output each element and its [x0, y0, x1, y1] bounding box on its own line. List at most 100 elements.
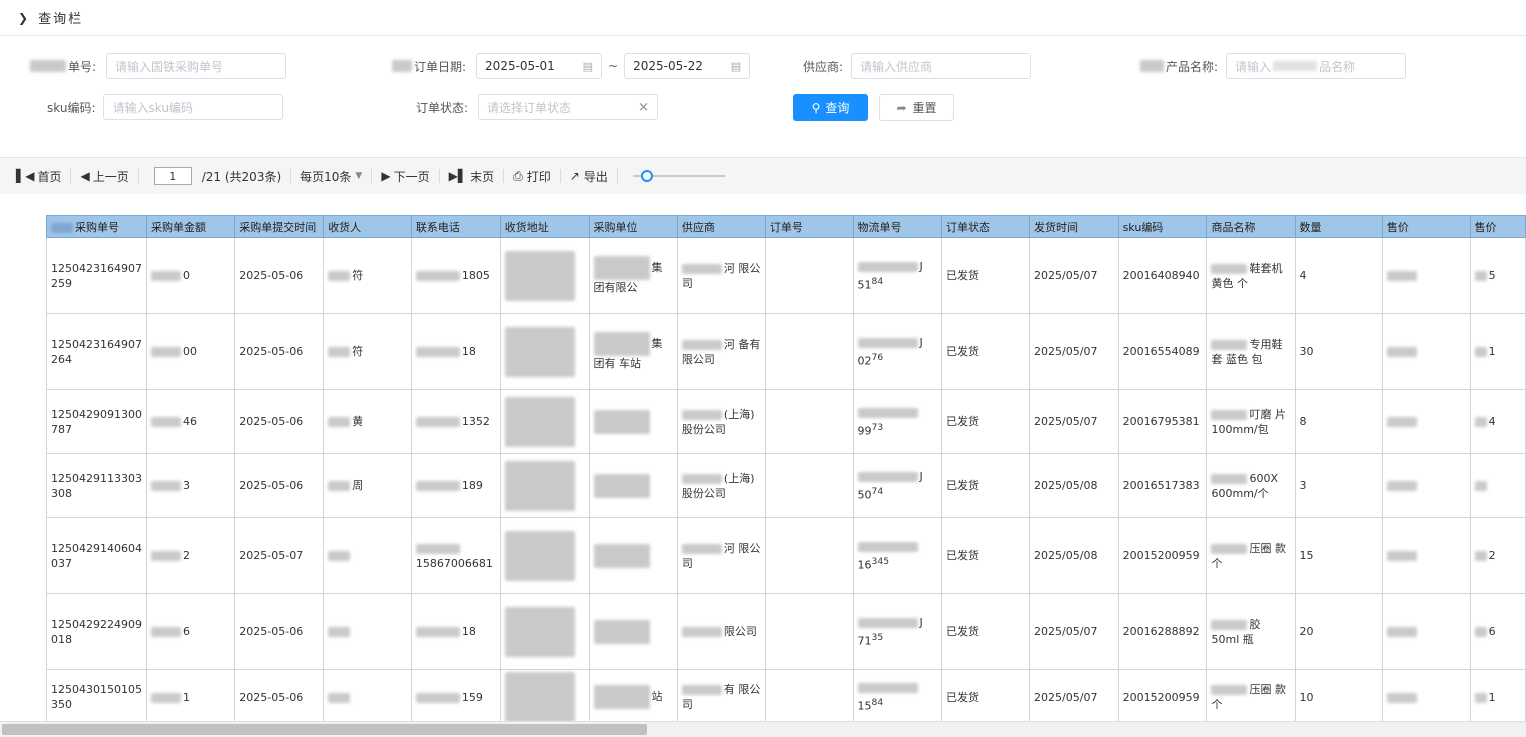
cell-text: 46	[182, 415, 197, 428]
divider	[438, 169, 440, 183]
table-cell-logistics: J 7135	[852, 593, 943, 670]
table-row[interactable]: 1250429140604 037 2 2025-05-07 15867006681 河…	[46, 517, 1526, 594]
table-row[interactable]: 1250429113303 308 3 2025-05-06 周 189 (上海) 股份公…	[46, 453, 1526, 518]
cell-text: 已发货	[946, 625, 980, 638]
export-button[interactable]: ↗ 导出	[570, 168, 608, 185]
column-header[interactable]: 数量	[1294, 215, 1383, 238]
cell-text: 73	[871, 421, 884, 433]
table-row[interactable]: 1250423164907 259 0 2025-05-06 符 1805 集团有限公河 …	[46, 237, 1526, 314]
table-row[interactable]: 1250423164907 264 00 2025-05-06 符 18 集团有 车站河 …	[46, 313, 1526, 390]
table-row[interactable]: 1250429091300 787 46 2025-05-06 黄 1352 (上海) 股…	[46, 389, 1526, 454]
redacted-text	[1211, 339, 1248, 350]
column-header[interactable]: 发货时间	[1029, 215, 1119, 238]
order-no-input[interactable]: 请输入国铁采购单号	[106, 53, 287, 79]
table-cell-price2: 2	[1469, 517, 1526, 594]
page-number-input[interactable]: 1	[153, 167, 192, 185]
table-row[interactable]: 1250430150105 350 1 2025-05-06 159 站有 限公司 158…	[46, 669, 1526, 721]
redacted-text	[593, 619, 650, 644]
product-name-input[interactable]: 请输入 品名称	[1226, 53, 1407, 79]
column-header[interactable]: 售价	[1469, 215, 1526, 238]
table-cell-amount: 6	[145, 593, 236, 670]
column-header-label: 采购单号	[75, 220, 119, 234]
cell-text: 符	[352, 269, 364, 282]
table-cell-sku: 20016517383	[1117, 453, 1208, 518]
redacted-text	[328, 551, 351, 561]
table-cell-orderno	[764, 453, 854, 518]
prev-page-label: 上一页	[92, 169, 129, 184]
table-cell-price2: 1	[1469, 313, 1526, 390]
cell-text: 15867006681	[415, 556, 493, 570]
scrollbar-thumb[interactable]	[2, 724, 647, 735]
data-table: 采购单号 采购单金额 采购单提交时间 收货人 联系电话 收货地址 采购单位 供应商 订单号 物流单…	[46, 215, 1526, 721]
date-to-input[interactable]: 2025-05-22 ▤	[624, 53, 751, 79]
cell-text: 3	[182, 479, 190, 492]
table-cell-po: 1250430150105 350	[46, 669, 147, 721]
table-cell-product: 压圈 款 个	[1206, 669, 1296, 721]
reset-button-label: 重置	[912, 101, 937, 115]
table-cell-logistics: J 5074	[852, 453, 943, 518]
prev-page-button[interactable]: ◀ 上一页	[80, 168, 128, 185]
cell-text: 已发货	[946, 479, 980, 492]
product-name-label: 产品名称:	[1166, 59, 1219, 74]
redacted-text	[681, 473, 722, 484]
column-header[interactable]: 收货地址	[499, 215, 590, 238]
table-cell-status: 已发货	[941, 313, 1031, 390]
print-button[interactable]: ⎙ 打印	[513, 168, 551, 185]
column-header[interactable]: 订单号	[764, 215, 854, 238]
column-header[interactable]: 商品名称	[1206, 215, 1296, 238]
column-header[interactable]: 供应商	[676, 215, 766, 238]
column-header[interactable]: 物流单号	[852, 215, 943, 238]
table-cell-product: 叮磨 片100mm/包	[1206, 389, 1296, 454]
column-header[interactable]: 采购单位	[588, 215, 678, 238]
cell-text: 18	[461, 625, 476, 638]
order-status-label: 订单状态:	[416, 100, 469, 115]
redacted-text	[150, 417, 181, 427]
table-cell-address	[499, 593, 590, 670]
reset-button[interactable]: ➦ 重置	[879, 94, 954, 121]
table-cell-ship: 2025/05/07	[1029, 593, 1119, 670]
horizontal-scrollbar[interactable]	[0, 721, 1526, 737]
table-cell-amount: 1	[145, 669, 236, 721]
first-page-button[interactable]: ▌◀ 首页	[16, 168, 61, 185]
redacted-text	[504, 672, 575, 721]
chevron-down-icon[interactable]: ❯	[18, 11, 28, 25]
table-cell-product: 胶 50ml 瓶	[1206, 593, 1296, 670]
query-panel-header[interactable]: ❯ 查询栏	[0, 0, 1526, 36]
redacted-text	[593, 332, 650, 356]
column-header[interactable]: 采购单号	[46, 215, 147, 238]
date-from-input[interactable]: 2025-05-01 ▤	[476, 53, 603, 79]
next-page-button[interactable]: ▶ 下一页	[381, 168, 429, 185]
cell-text: 20016554089	[1122, 345, 1200, 358]
zoom-slider[interactable]	[632, 169, 725, 183]
column-header[interactable]: 采购单提交时间	[234, 215, 325, 238]
table-cell-sku: 20016288892	[1117, 593, 1208, 670]
table-cell-orderno	[764, 517, 854, 594]
cell-text: 15	[857, 699, 872, 713]
table-cell-unit: 站	[588, 669, 678, 721]
page-size-select[interactable]: 每页10条 ▼	[300, 168, 362, 185]
sku-input[interactable]: 请输入sku编码	[103, 94, 284, 120]
table-cell-price1	[1381, 517, 1471, 594]
table-cell-po: 1250423164907 259	[46, 237, 147, 314]
query-button[interactable]: ⚲ 查询	[793, 94, 868, 121]
cell-text: 周	[352, 479, 364, 492]
column-header[interactable]: 采购单金额	[145, 215, 236, 238]
table-cell-price1	[1381, 237, 1471, 314]
supplier-input[interactable]: 请输入供应商	[851, 53, 1032, 79]
cell-text: 6	[1488, 625, 1496, 638]
last-page-button[interactable]: ▶▌ 末页	[449, 168, 494, 185]
table-row[interactable]: 1250429224909 018 6 2025-05-06 18 限公司 J 7135 已…	[46, 593, 1526, 670]
zoom-knob[interactable]	[640, 170, 653, 182]
order-status-select[interactable]: 请选择订单状态 ×	[478, 94, 659, 120]
cell-text: 20016795381	[1122, 415, 1200, 428]
last-page-label: 末页	[470, 169, 495, 184]
column-header[interactable]: sku编码	[1117, 215, 1208, 238]
column-header[interactable]: 收货人	[323, 215, 412, 238]
column-header[interactable]: 售价	[1381, 215, 1471, 238]
table-cell-address	[499, 237, 590, 314]
clear-icon[interactable]: ×	[638, 100, 649, 115]
column-header[interactable]: 订单状态	[941, 215, 1031, 238]
redacted-text	[328, 271, 351, 281]
table-cell-price2: 5	[1469, 237, 1526, 314]
column-header[interactable]: 联系电话	[410, 215, 501, 238]
